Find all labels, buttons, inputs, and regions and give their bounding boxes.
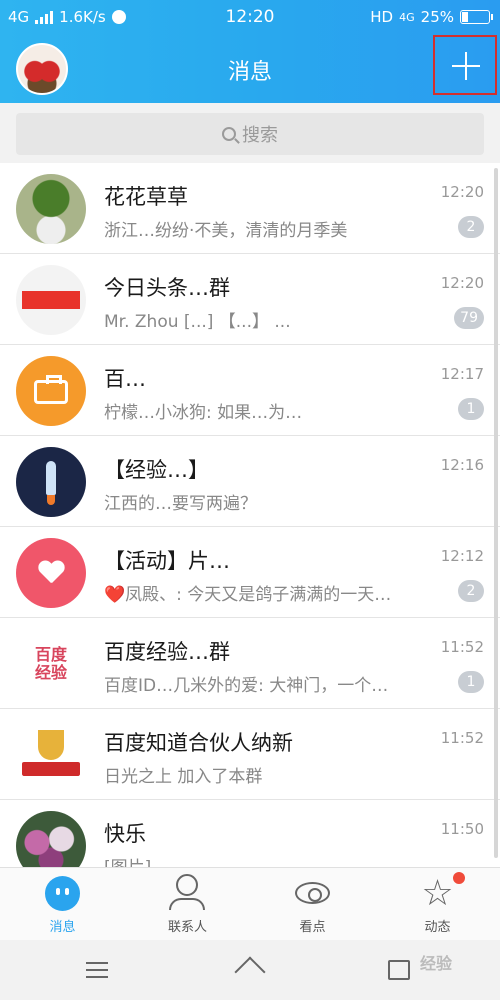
search-icon <box>222 127 236 141</box>
contact-body-icon <box>169 898 205 910</box>
page-title: 消息 <box>227 60 272 85</box>
conversation-item[interactable]: 百度知道合伙人纳新 日光之上 加入了本群 11:52 <box>0 709 500 800</box>
battery-percent: 25% <box>420 8 454 26</box>
tab-label: 消息 <box>49 920 76 935</box>
hd-label: HD <box>370 8 394 26</box>
message-icon <box>45 876 80 911</box>
conversation-time: 11:52 <box>440 729 484 747</box>
conversation-item[interactable]: 快乐 [图片] 11:50 <box>0 800 500 867</box>
tab-messages[interactable]: 消息 <box>0 868 125 941</box>
battery-icon <box>460 10 493 24</box>
back-icon[interactable] <box>388 960 410 980</box>
add-button[interactable] <box>433 35 497 95</box>
conversation-item[interactable]: 花花草草 浙江…纷纷·不美，清清的月季美 12:20 2 <box>0 163 500 254</box>
conversation-preview: 柠檬…小冰狗: 如果…为… <box>104 403 303 423</box>
unread-badge: 1 <box>458 398 484 420</box>
search-placeholder: 搜索 <box>242 125 278 146</box>
conversation-item[interactable]: 今日头条…群 Mr. Zhou [...] 【...】 ... 12:20 79 <box>0 254 500 345</box>
tab-contacts[interactable]: 联系人 <box>125 868 250 941</box>
tab-label: 动态 <box>424 920 451 935</box>
conversation-time: 12:12 <box>440 547 484 565</box>
tab-kandian[interactable]: 看点 <box>250 868 375 941</box>
contact-icon <box>176 874 198 896</box>
conversation-time: 12:20 <box>440 274 484 292</box>
conversation-time: 12:20 <box>440 183 484 201</box>
conversation-preview: ❤️凤殿、: 今天又是鸽子满满的一天… <box>104 585 392 605</box>
briefcase-avatar-icon <box>16 356 86 426</box>
home-icon[interactable] <box>235 958 265 982</box>
conversation-preview: 日光之上 加入了本群 <box>104 767 263 787</box>
conversation-list[interactable]: 花花草草 浙江…纷纷·不美，清清的月季美 12:20 2 今日头条…群 Mr. … <box>0 163 500 867</box>
notification-dot <box>453 872 465 884</box>
conversation-preview: [图片] <box>104 853 151 867</box>
roses-avatar-icon <box>16 811 86 867</box>
conversation-preview: 百度ID…几米外的爱: 大神门，一个… <box>104 676 389 696</box>
conversation-name: 百度知道合伙人纳新 <box>104 731 293 755</box>
conversation-preview: 浙江…纷纷·不美，清清的月季美 <box>104 221 348 241</box>
conversation-item[interactable]: 百… 柠檬…小冰狗: 如果…为… 12:17 1 <box>0 345 500 436</box>
conversation-item[interactable]: 百度 经验 百度经验…群 百度ID…几米外的爱: 大神门，一个… 11:52 1 <box>0 618 500 709</box>
rocket-avatar-icon <box>16 447 86 517</box>
app-header: 4G 1.6K/s 12:20 HD 4G 25% 消息 <box>0 0 500 103</box>
conversation-name: 【经验…】 <box>104 458 209 482</box>
conversation-preview: 江西的…要写两遍？ <box>104 494 257 514</box>
conversation-name: 【活动】片… <box>104 549 230 573</box>
conversation-time: 12:16 <box>440 456 484 474</box>
baidu-jingyan-avatar-icon: 百度 经验 <box>16 629 86 699</box>
heart-avatar-icon <box>16 538 86 608</box>
conversation-name: 百… <box>104 367 146 391</box>
tab-dynamic[interactable]: ☆ 动态 <box>375 868 500 941</box>
conversation-name: 今日头条…群 <box>104 276 230 300</box>
conversation-time: 12:17 <box>440 365 484 383</box>
watermark: 经验 <box>420 954 453 973</box>
trophy-avatar-icon <box>16 720 86 790</box>
conversation-preview: Mr. Zhou [...] 【...】 ... <box>104 312 291 332</box>
tab-label: 看点 <box>299 920 326 935</box>
toutiao-avatar-icon <box>16 265 86 335</box>
tab-label: 联系人 <box>167 920 207 935</box>
conversation-name: 百度经验…群 <box>104 640 230 664</box>
search-input[interactable]: 搜索 <box>16 113 484 155</box>
star-icon: ☆ <box>421 873 454 914</box>
bottom-tab-bar: 消息 联系人 看点 ☆ 动态 <box>0 867 500 940</box>
conversation-item[interactable]: 【经验…】 江西的…要写两遍？ 12:16 <box>0 436 500 527</box>
scrollbar[interactable] <box>494 168 498 858</box>
unread-badge: 2 <box>458 580 484 602</box>
conversation-name: 花花草草 <box>104 185 188 209</box>
eye-icon <box>295 882 330 904</box>
status-bar: 4G 1.6K/s 12:20 HD 4G 25% <box>0 0 500 34</box>
search-bar: 搜索 <box>0 103 500 163</box>
unread-badge: 2 <box>458 216 484 238</box>
flower-avatar-icon <box>16 174 86 244</box>
network2-label: 4G <box>399 10 415 24</box>
conversation-time: 11:50 <box>440 820 484 838</box>
conversation-time: 11:52 <box>440 638 484 656</box>
avatar-text: 百度 经验 <box>34 645 67 682</box>
conversation-item[interactable]: 【活动】片… ❤️凤殿、: 今天又是鸽子满满的一天… 12:12 2 <box>0 527 500 618</box>
unread-badge: 79 <box>454 307 484 329</box>
conversation-name: 快乐 <box>104 822 146 846</box>
menu-icon[interactable] <box>86 962 108 978</box>
unread-badge: 1 <box>458 671 484 693</box>
